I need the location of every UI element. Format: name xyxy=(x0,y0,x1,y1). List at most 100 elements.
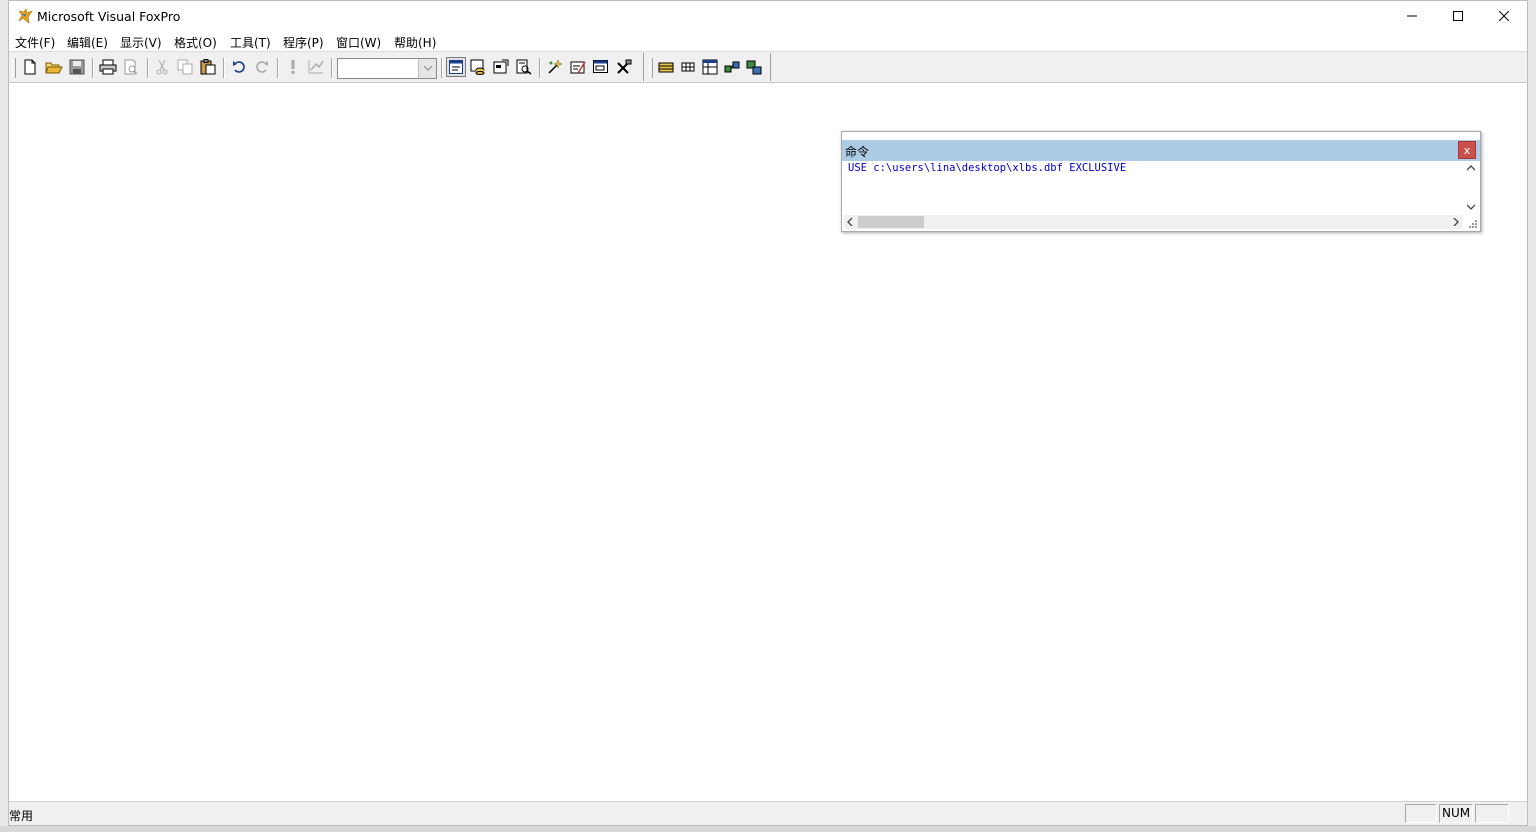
copy-icon xyxy=(177,59,193,75)
foxpro-main-window: Microsoft Visual FoxPro 文件(F) 编辑(E) 显示(V… xyxy=(8,0,1528,826)
toolbar-area xyxy=(9,51,1527,83)
run-button[interactable] xyxy=(283,57,303,77)
print-preview-button[interactable] xyxy=(121,57,141,77)
modify-icon xyxy=(308,60,324,74)
close-icon xyxy=(1499,11,1509,21)
view-icon xyxy=(746,60,762,75)
form-wizard-button[interactable] xyxy=(545,57,565,77)
menu-edit[interactable]: 编辑(E) xyxy=(67,34,108,51)
toolbar-separator xyxy=(441,58,443,78)
grid-icon xyxy=(681,62,695,72)
printer-icon xyxy=(99,59,117,75)
print-preview-icon xyxy=(124,59,138,75)
report-magnifier-icon xyxy=(516,59,532,75)
menu-bar: 文件(F) 编辑(E) 显示(V) 格式(O) 工具(T) 程序(P) 窗口(W… xyxy=(9,31,1527,51)
edit-form-icon xyxy=(570,61,586,74)
open-button[interactable] xyxy=(44,57,64,77)
wizard-icon xyxy=(548,59,563,74)
grid-button[interactable] xyxy=(678,57,698,77)
foxpro-logo-icon xyxy=(18,8,33,24)
standard-toolbar xyxy=(9,53,644,81)
edit-wizard-button[interactable] xyxy=(568,57,588,77)
table-button[interactable] xyxy=(656,57,676,77)
paste-button[interactable] xyxy=(198,57,218,77)
browse-button[interactable] xyxy=(700,57,720,77)
menu-window[interactable]: 窗口(W) xyxy=(336,34,381,51)
command-window-button[interactable] xyxy=(446,57,466,77)
query-icon xyxy=(724,61,740,73)
scissors-icon xyxy=(156,59,168,75)
table-icon xyxy=(658,62,674,73)
combo-dropdown-button[interactable] xyxy=(418,59,436,78)
toolbar-separator xyxy=(92,58,94,78)
command-window-close-button[interactable]: x xyxy=(1458,141,1476,159)
database-combo[interactable] xyxy=(337,58,437,79)
toolbar-separator xyxy=(277,58,279,78)
title-bar[interactable]: Microsoft Visual FoxPro xyxy=(9,1,1527,31)
command-vertical-scrollbar[interactable] xyxy=(1464,162,1478,214)
menu-file[interactable]: 文件(F) xyxy=(15,34,55,51)
status-pane-empty-2 xyxy=(1475,804,1509,823)
resize-grip-icon[interactable] xyxy=(1468,219,1478,229)
num-lock-indicator: NUM xyxy=(1439,804,1473,823)
status-bar: 常用 NUM xyxy=(9,801,1527,825)
command-window-title: 命令 xyxy=(845,145,870,159)
chevron-down-icon[interactable] xyxy=(1467,204,1475,210)
maximize-button[interactable] xyxy=(1435,1,1481,31)
toolbar-grip[interactable] xyxy=(12,58,16,78)
data-session-button[interactable] xyxy=(468,57,488,77)
command-horizontal-scrollbar[interactable] xyxy=(844,215,1462,229)
redo-icon xyxy=(256,61,268,73)
query-button[interactable] xyxy=(722,57,742,77)
redo-button[interactable] xyxy=(252,57,272,77)
command-window: 命令 x USE c:\users\lina\desktop\xlbs.dbf … xyxy=(841,131,1481,232)
toolbar-separator xyxy=(331,58,333,78)
background-taskbar xyxy=(0,826,1536,832)
toolbar-separator xyxy=(223,58,225,78)
undo-button[interactable] xyxy=(229,57,249,77)
tools-icon xyxy=(617,59,632,74)
horizontal-scroll-thumb[interactable] xyxy=(858,216,924,228)
copy-button[interactable] xyxy=(175,57,195,77)
chevron-left-icon[interactable] xyxy=(847,218,853,226)
form-window-icon xyxy=(593,60,608,73)
builder-tools-button[interactable] xyxy=(614,57,634,77)
close-button[interactable] xyxy=(1481,1,1527,31)
save-icon xyxy=(69,59,85,75)
form-controls-toolbar xyxy=(646,53,771,81)
menu-program[interactable]: 程序(P) xyxy=(283,34,324,51)
menu-tools[interactable]: 工具(T) xyxy=(230,34,271,51)
command-window-icon xyxy=(449,60,463,74)
new-file-button[interactable] xyxy=(20,57,40,77)
save-button[interactable] xyxy=(67,57,87,77)
view-designer-button[interactable] xyxy=(744,57,764,77)
menu-view[interactable]: 显示(V) xyxy=(120,34,162,51)
undo-icon xyxy=(233,61,245,73)
command-window-title-bar[interactable]: 命令 x xyxy=(842,140,1480,161)
database-designer-icon xyxy=(493,59,509,74)
data-session-icon xyxy=(470,59,485,75)
command-input[interactable]: USE c:\users\lina\desktop\xlbs.dbf EXCLU… xyxy=(848,162,1458,214)
status-text: 常用 xyxy=(9,809,34,823)
minimize-button[interactable] xyxy=(1389,1,1435,31)
toolbar-grip[interactable] xyxy=(649,58,653,78)
open-folder-icon xyxy=(45,62,63,74)
minimize-icon xyxy=(1407,15,1417,17)
modify-form-button[interactable] xyxy=(306,57,326,77)
cut-button[interactable] xyxy=(152,57,172,77)
form-designer-button[interactable] xyxy=(591,57,611,77)
database-designer-button[interactable] xyxy=(491,57,511,77)
chevron-down-icon xyxy=(423,66,432,71)
menu-help[interactable]: 帮助(H) xyxy=(394,34,436,51)
browse-icon xyxy=(702,59,718,75)
chevron-up-icon[interactable] xyxy=(1467,165,1475,171)
chevron-right-icon[interactable] xyxy=(1453,218,1459,226)
toolbar-separator xyxy=(147,58,149,78)
maximize-icon xyxy=(1453,11,1463,21)
toolbar-separator xyxy=(539,58,541,78)
window-title: Microsoft Visual FoxPro xyxy=(37,9,181,24)
new-file-icon xyxy=(24,59,36,75)
menu-format[interactable]: 格式(O) xyxy=(174,34,217,51)
print-button[interactable] xyxy=(98,57,118,77)
report-designer-button[interactable] xyxy=(514,57,534,77)
